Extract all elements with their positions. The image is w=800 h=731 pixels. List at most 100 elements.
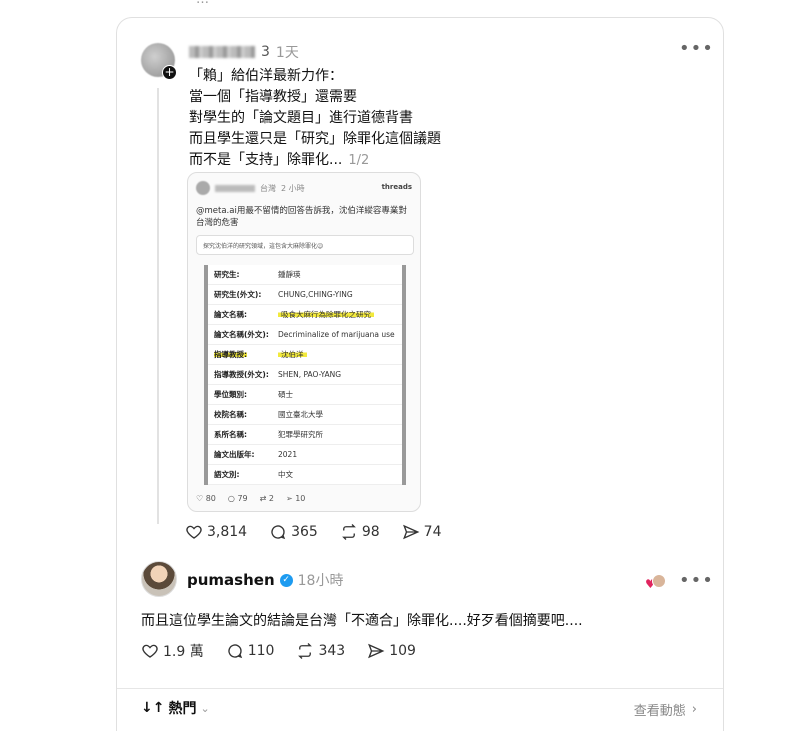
sort-label: 熱門 [168, 701, 197, 717]
table-row: 指導教授: 沈伯洋 [208, 345, 402, 365]
embed-repost-count: 2 [268, 494, 274, 503]
row-value: 2021 [278, 450, 298, 459]
activity-label: 查看動態 [633, 704, 686, 719]
like-count: 3,814 [207, 524, 248, 540]
sort-icon: ↓↑ [141, 700, 165, 716]
share-count: 74 [423, 524, 442, 540]
embed-location: 台灣 [260, 183, 276, 193]
like-button[interactable]: 1.9 萬 [141, 641, 204, 661]
row-value: Decriminalize of marijuana use [278, 330, 395, 339]
share-count: 109 [389, 643, 416, 659]
row-key: 研究生(外文): [214, 290, 262, 299]
row-key-highlighted: 指導教授: [214, 350, 247, 359]
post-line: 對學生的「論文題目」進行道德背書 [189, 110, 413, 126]
thread-line [157, 88, 159, 524]
reply-count: 110 [247, 643, 275, 659]
repost-count: 98 [361, 524, 380, 540]
like-button[interactable]: 3,814 [185, 523, 247, 541]
row-key: 系所名稱: [214, 430, 247, 439]
reply-username[interactable]: pumashen [187, 571, 275, 589]
row-value: 碩士 [278, 390, 293, 399]
repost-button[interactable]: 343 [296, 642, 345, 660]
repost-button[interactable]: 98 [340, 523, 380, 541]
sort-dropdown[interactable]: ↓↑ 熱門 ⌄ [141, 698, 210, 718]
row-key: 語文別: [214, 470, 240, 479]
table-row: 研究生: 鍾靜瑛 [208, 265, 402, 285]
row-key: 研究生: [214, 270, 240, 279]
embed-author-blurred [215, 184, 255, 192]
chevron-down-icon: ⌄ [200, 701, 210, 715]
row-key: 指導教授(外文): [214, 370, 269, 379]
embed-share-count: 10 [295, 494, 306, 503]
row-value: 犯罪學研究所 [278, 430, 323, 439]
embed-reply: ○ 79 [227, 494, 248, 503]
repost-icon [298, 643, 313, 659]
reply-button[interactable]: 365 [269, 523, 318, 541]
author-name-blurred[interactable] [189, 46, 255, 58]
divider [117, 688, 723, 689]
post-line: 而且學生還只是「研究」除罪化這個議題 [189, 131, 441, 147]
liker-avatar [652, 574, 666, 588]
author-name-suffix: 3 [261, 44, 270, 60]
row-value-highlighted: 沈伯洋 [278, 350, 307, 359]
embed-avatar [196, 181, 210, 195]
embed-like: ♡ 80 [196, 494, 216, 503]
embedded-image[interactable]: 台灣 2 小時 threads @meta.ai用最不留情的回答告訴我，沈伯洋縱… [187, 172, 421, 512]
post-time: 1天 [275, 45, 299, 61]
row-key: 論文出版年: [214, 450, 255, 459]
embed-reply-count: 79 [237, 494, 248, 503]
liked-by-author-badge: ♥ [645, 571, 666, 591]
table-row: 系所名稱: 犯罪學研究所 [208, 425, 402, 445]
thesis-info-table: 研究生: 鍾靜瑛 研究生(外文): CHUNG,CHING-YING 論文名稱: 吸食… [204, 265, 406, 485]
reply-count: 365 [291, 524, 318, 540]
post-line: 「賴」給伯洋最新力作： [189, 68, 343, 84]
table-row: 語文別: 中文 [208, 465, 402, 485]
reply-avatar[interactable] [141, 561, 177, 597]
table-row: 論文名稱: 吸食大麻行為除罪化之研究 [208, 305, 402, 325]
row-value: 國立臺北大學 [278, 410, 323, 419]
table-row: 論文出版年: 2021 [208, 445, 402, 465]
embed-repost: ⇄ 2 [259, 494, 274, 503]
row-value: 中文 [278, 470, 293, 479]
embed-text: @meta.ai用最不留情的回答告訴我，沈伯洋縱容專業對台灣的危害 [196, 206, 407, 228]
share-button[interactable]: 74 [402, 523, 442, 541]
row-key: 論文名稱: [214, 310, 247, 319]
share-button[interactable]: 109 [367, 642, 416, 660]
table-row: 論文名稱(外文): Decriminalize of marijuana use [208, 325, 402, 345]
threads-logo: threads [381, 183, 412, 191]
post-line: 當一個「指導教授」還需要 [189, 89, 357, 105]
verified-badge-icon: ✓ [279, 573, 293, 587]
reply-button[interactable]: 110 [226, 642, 275, 660]
reply-actions: 1.9 萬 110 343 109 [141, 641, 416, 661]
post-line: 而不是「支持」除罪化... [189, 152, 343, 168]
table-row: 指導教授(外文): SHEN, PAO-YANG [208, 365, 402, 385]
row-key: 論文名稱(外文): [214, 330, 269, 339]
previous-post-fragment: … [196, 0, 209, 7]
view-activity-link[interactable]: 查看動態 › [634, 700, 697, 719]
row-value: 鍾靜瑛 [278, 270, 301, 279]
embed-header: 台灣 2 小時 [196, 181, 305, 195]
chevron-right-icon: › [691, 702, 697, 717]
comment-icon [228, 644, 242, 659]
embed-subtext: 探究沈伯洋的研究領域，這包含大麻除罪化😉 [196, 235, 414, 255]
embed-actions: ♡ 80 ○ 79 ⇄ 2 ➢ 10 [196, 494, 305, 503]
repost-icon [341, 524, 356, 540]
page-indicator: 1/2 [348, 153, 370, 168]
reply-body: 而且這位學生論文的結論是台灣「不適合」除罪化....好歹看個摘要吧.... [141, 613, 583, 629]
like-count: 1.9 萬 [163, 644, 204, 660]
send-icon [402, 524, 420, 540]
embed-time: 2 小時 [281, 183, 305, 193]
follow-plus-icon[interactable]: + [162, 65, 177, 80]
repost-count: 343 [318, 643, 346, 659]
thread-card: + 3 1天 ••• 「賴」給伯洋最新力作： 當一個「指導教授」還需要 對學生的… [116, 17, 724, 731]
table-row: 學位類別: 碩士 [208, 385, 402, 405]
table-row: 研究生(外文): CHUNG,CHING-YING [208, 285, 402, 305]
heart-icon [186, 525, 202, 539]
more-icon[interactable]: ••• [679, 570, 714, 591]
comment-icon [271, 525, 286, 540]
post-body: 「賴」給伯洋最新力作： 當一個「指導教授」還需要 對學生的「論文題目」進行道德背… [189, 66, 441, 171]
table-row: 校院名稱: 國立臺北大學 [208, 405, 402, 425]
post-actions: 3,814 365 98 74 [185, 523, 441, 541]
more-icon[interactable]: ••• [679, 38, 714, 59]
embed-like-count: 80 [205, 494, 216, 503]
